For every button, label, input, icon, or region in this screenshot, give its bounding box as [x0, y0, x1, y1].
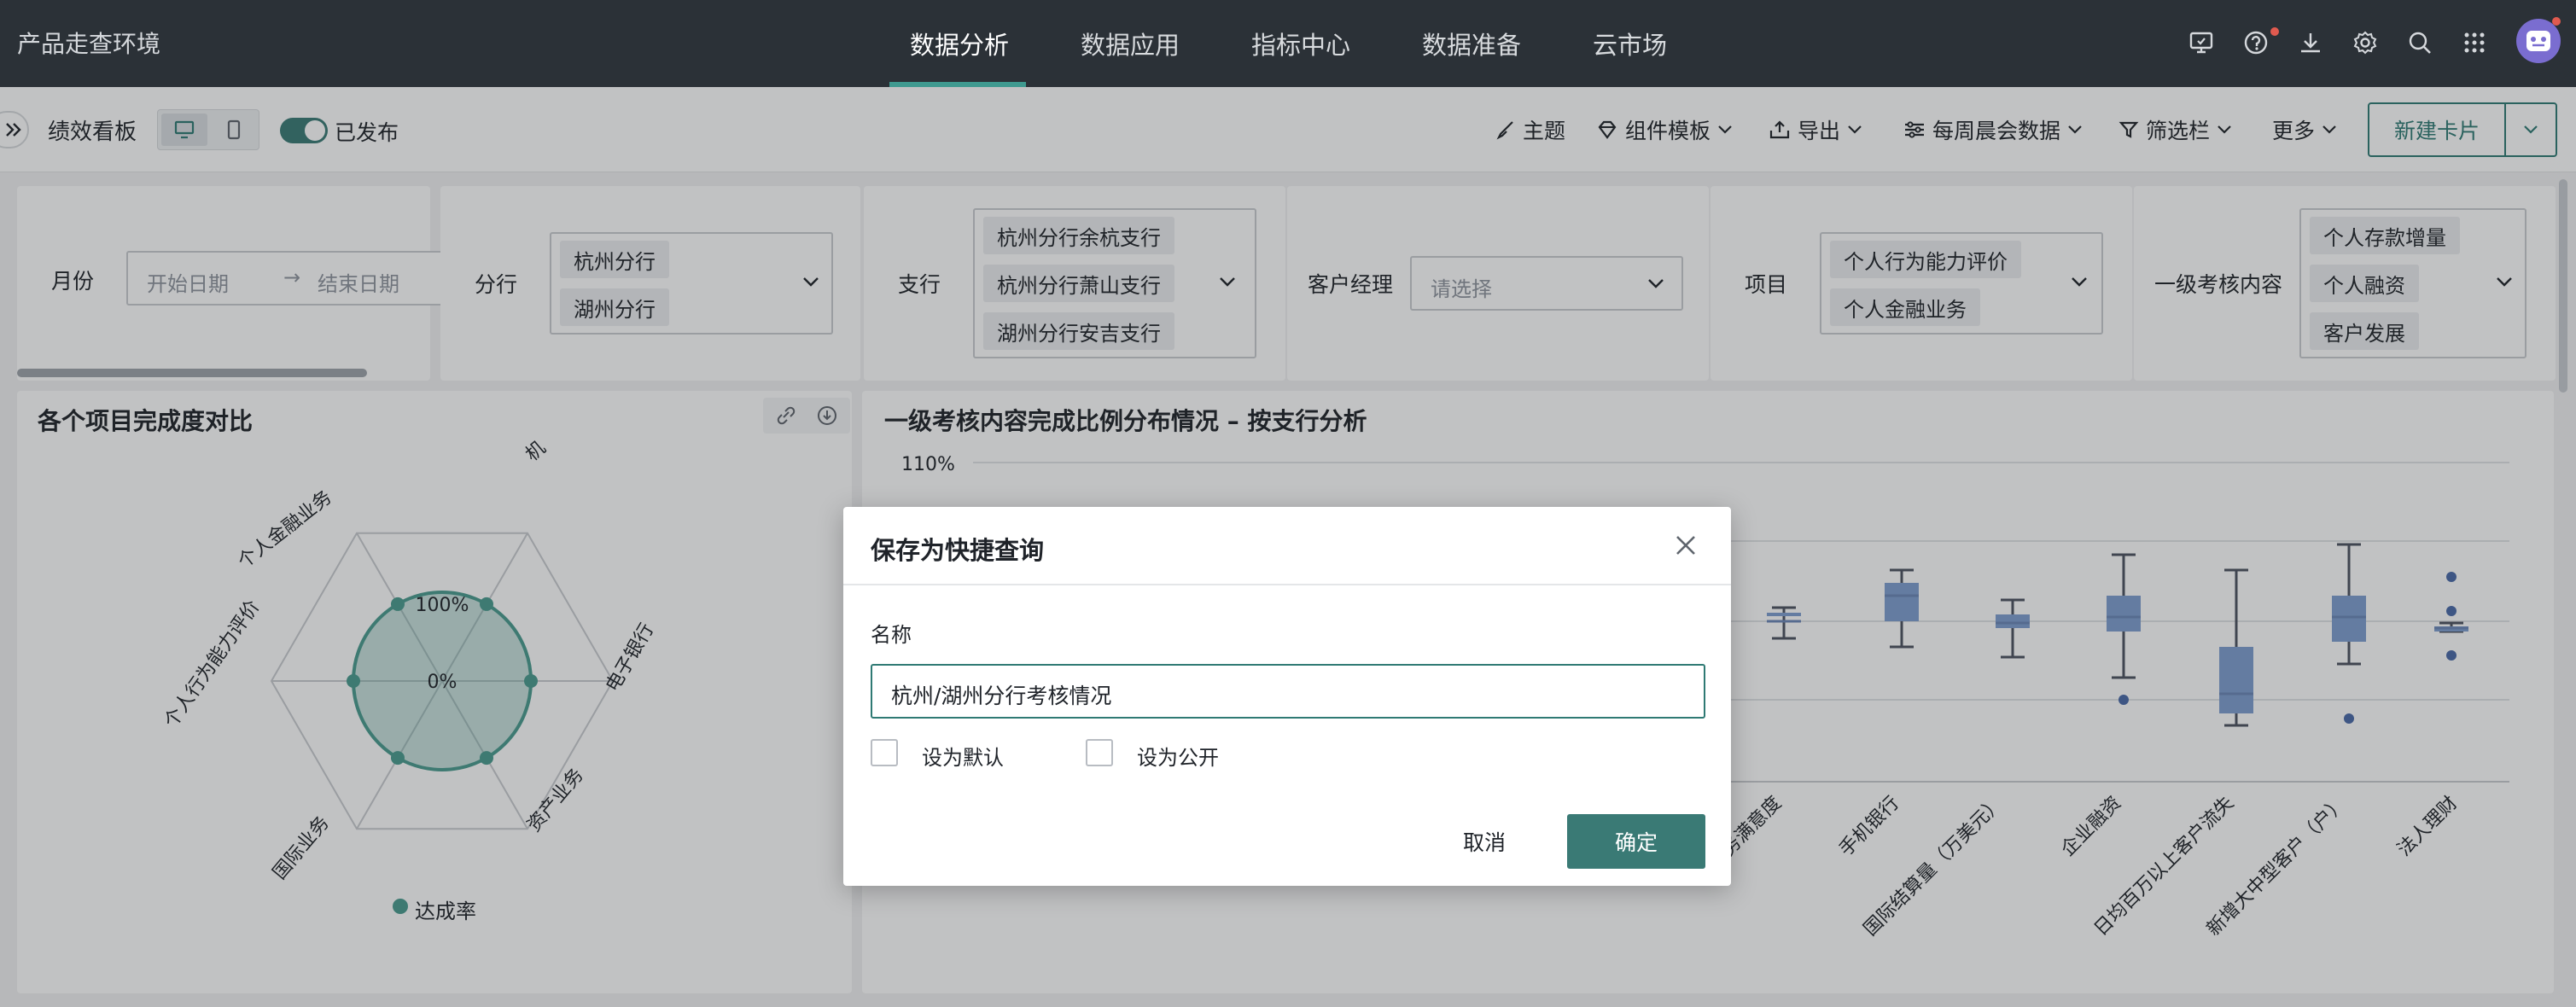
- nav-backdrop: [0, 0, 2576, 87]
- cancel-button[interactable]: 取消: [1432, 814, 1536, 869]
- dialog-divider: [843, 584, 1731, 585]
- save-quick-query-dialog: 保存为快捷查询 名称 杭州/湖州分行考核情况 设为默认 设为公开 取消 确定: [843, 507, 1731, 886]
- dialog-title: 保存为快捷查询: [871, 536, 1045, 565]
- name-label: 名称: [871, 623, 912, 647]
- close-icon[interactable]: [1673, 533, 1699, 558]
- confirm-button[interactable]: 确定: [1567, 814, 1705, 869]
- set-default-label: 设为默认: [922, 746, 1004, 770]
- name-input[interactable]: 杭州/湖州分行考核情况: [871, 664, 1705, 719]
- set-public-checkbox[interactable]: [1086, 739, 1113, 766]
- set-public-label: 设为公开: [1137, 746, 1219, 770]
- set-default-checkbox[interactable]: [871, 739, 898, 766]
